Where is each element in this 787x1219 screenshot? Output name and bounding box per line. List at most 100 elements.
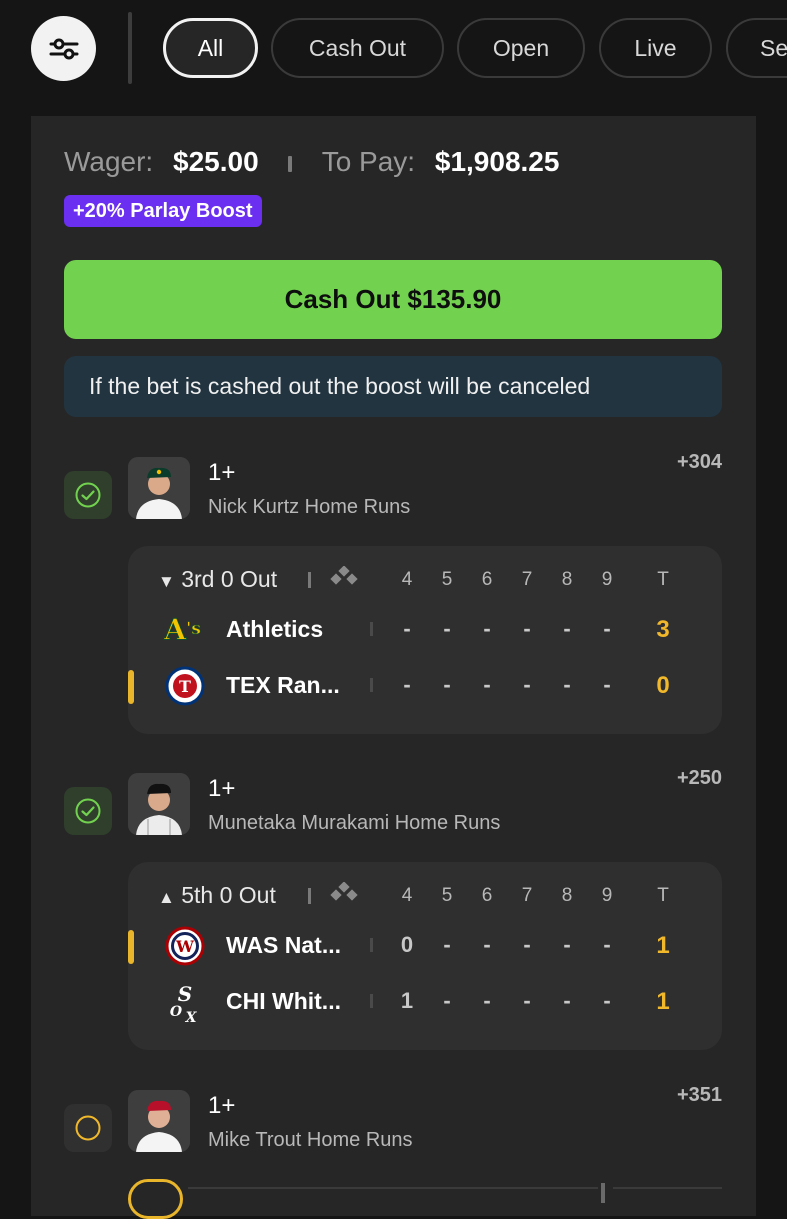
player-avatar: [128, 773, 190, 835]
batting-indicator: [128, 930, 134, 964]
boost-cancel-notice: If the bet is cashed out the boost will …: [64, 356, 722, 417]
inning-score: -: [603, 988, 611, 1013]
player-avatar: [128, 1090, 190, 1152]
bet-card: Wager: $25.00 To Pay: $1,908.25 +20% Par…: [31, 116, 756, 1219]
topay-value: $1,908.25: [434, 146, 560, 177]
leg-market: Munetaka Murakami Home Runs: [208, 812, 501, 834]
cash-out-button[interactable]: Cash Out $135.90: [64, 260, 722, 339]
half-inning-arrow: ▼: [158, 572, 175, 591]
wager-label: Wager:: [64, 146, 154, 177]
check-circle-icon: [75, 482, 101, 508]
tab-settled-partial[interactable]: Se: [726, 18, 787, 78]
leg-odds: +304: [676, 451, 722, 473]
inning-header: 6: [481, 569, 493, 590]
inning-score: -: [563, 672, 571, 697]
inning-score: -: [483, 616, 491, 641]
team-row: W WAS Nat... 0 - - - - - 1: [128, 926, 722, 966]
inning-score: -: [403, 672, 411, 697]
nationals-logo-icon: W: [163, 926, 207, 966]
team-name: TEX Ran...: [226, 672, 340, 698]
bases-diamond-icon: [330, 882, 358, 901]
leg-odds: +250: [676, 767, 722, 789]
player-photo-icon: [128, 1090, 190, 1152]
svg-text:O: O: [170, 1004, 183, 1020]
player-photo-icon: [128, 457, 190, 519]
team-name: Athletics: [226, 616, 324, 642]
tab-live[interactable]: Live: [599, 18, 712, 78]
inning-score: -: [443, 988, 451, 1013]
tab-all[interactable]: All: [163, 18, 258, 78]
inning-header: 9: [601, 885, 613, 906]
divider: [188, 1187, 598, 1189]
scoreboard-partial: [128, 1179, 722, 1219]
team-name: CHI Whit...: [226, 988, 341, 1014]
parlay-boost-badge: +20% Parlay Boost: [64, 195, 262, 227]
inning-header: 6: [481, 885, 493, 906]
athletics-logo-icon: A 's: [163, 610, 207, 650]
filter-divider: [128, 12, 132, 84]
topay-label: To Pay:: [321, 146, 416, 177]
check-circle-icon: [75, 798, 101, 824]
separator: [308, 572, 311, 588]
scoreboard[interactable]: ▼ 3rd 0 Out 4 5 6 7 8 9 T A 's Athletics…: [128, 546, 722, 734]
total-header: T: [657, 569, 669, 590]
inning-score: -: [523, 672, 531, 697]
inning-header: 7: [521, 569, 533, 590]
filter-bar: All Cash Out Open Live Se: [0, 0, 787, 100]
inning-score: -: [563, 932, 571, 957]
svg-text:T: T: [179, 677, 191, 696]
total-header: T: [657, 885, 669, 906]
svg-text:W: W: [175, 937, 195, 956]
white-sox-logo-icon: S O X: [163, 982, 207, 1024]
inning-score: 0: [400, 932, 414, 957]
leg-market: Mike Trout Home Runs: [208, 1129, 413, 1151]
inning-score: -: [603, 616, 611, 641]
separator: [370, 678, 373, 692]
wager-summary: Wager: $25.00 To Pay: $1,908.25: [64, 146, 559, 178]
team-row: T TEX Ran... - - - - - - 0: [128, 666, 722, 706]
inning-header: 7: [521, 885, 533, 906]
inning-header: 5: [441, 569, 453, 590]
leg-status-pending: [64, 1104, 112, 1152]
separator: [370, 622, 373, 636]
batting-indicator: [128, 670, 134, 704]
inning-score: -: [443, 672, 451, 697]
inning-status: ▲ 5th 0 Out: [158, 882, 276, 909]
inning-header: 4: [401, 885, 413, 906]
scoreboard[interactable]: ▲ 5th 0 Out 4 5 6 7 8 9 T W WAS Nat... 0…: [128, 862, 722, 1050]
inning-text: 5th 0 Out: [181, 882, 276, 908]
svg-text:X: X: [185, 1010, 198, 1024]
leg-odds: +351: [676, 1084, 722, 1106]
leg-market: Nick Kurtz Home Runs: [208, 496, 411, 518]
inning-score: -: [523, 932, 531, 957]
separator: [308, 888, 311, 904]
inning-score: -: [563, 616, 571, 641]
team-row: A 's Athletics - - - - - - 3: [128, 610, 722, 650]
inning-score: -: [403, 616, 411, 641]
inning-score: -: [523, 616, 531, 641]
inning-score: -: [603, 932, 611, 957]
team-total: 0: [656, 672, 670, 699]
leg-line: 1+: [208, 775, 236, 802]
rangers-logo-icon: T: [163, 666, 207, 706]
team-name: WAS Nat...: [226, 932, 342, 958]
player-avatar: [128, 457, 190, 519]
leg-status-won: [64, 471, 112, 519]
team-total: 1: [656, 932, 670, 959]
inning-score: -: [563, 988, 571, 1013]
svg-text:A: A: [163, 613, 187, 647]
inning-score: -: [483, 672, 491, 697]
separator: [370, 938, 373, 952]
filter-settings-button[interactable]: [31, 16, 96, 81]
separator: [288, 155, 293, 172]
inning-score: -: [483, 988, 491, 1013]
tab-open[interactable]: Open: [457, 18, 585, 78]
tab-cash-out[interactable]: Cash Out: [271, 18, 444, 78]
leg-line: 1+: [208, 1092, 236, 1119]
bases-diamond-icon: [330, 566, 358, 585]
sliders-icon: [49, 38, 78, 59]
inning-header: 5: [441, 885, 453, 906]
player-photo-icon: [128, 773, 190, 835]
inning-header: 9: [601, 569, 613, 590]
inning-score: -: [443, 616, 451, 641]
